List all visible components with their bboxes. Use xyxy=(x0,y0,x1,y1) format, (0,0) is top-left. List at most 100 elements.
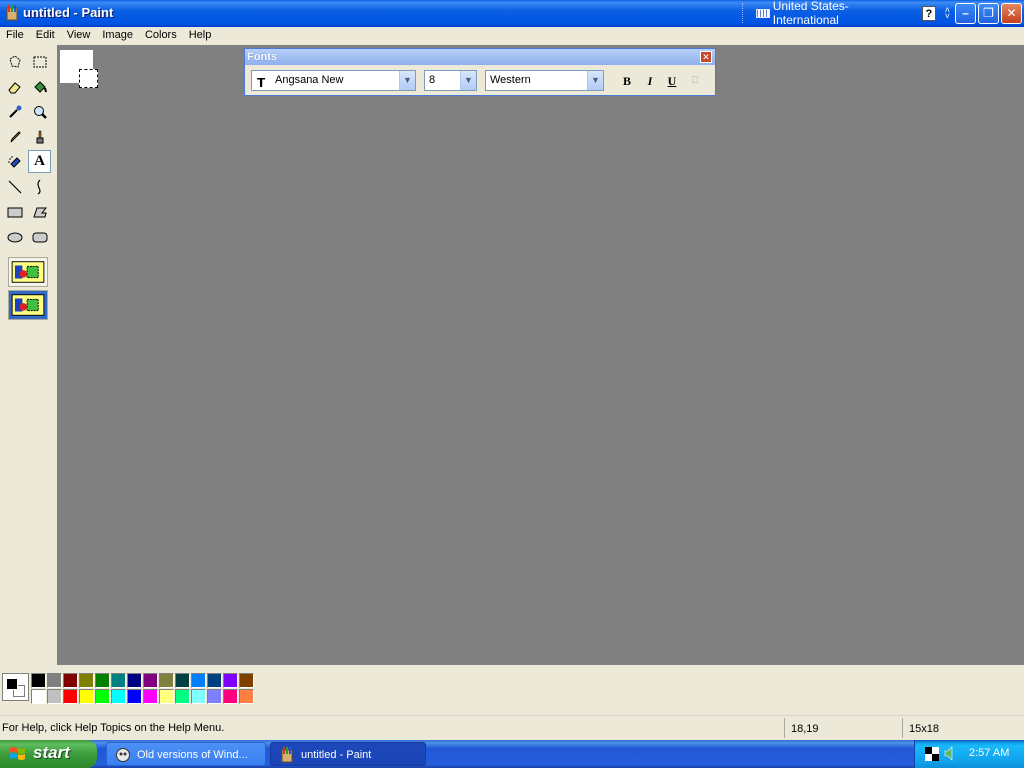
title-bar[interactable]: untitled - Paint United States-Internati… xyxy=(0,0,1024,27)
tool-pick-color[interactable] xyxy=(3,100,26,123)
palette-color-swatch[interactable] xyxy=(111,689,126,704)
taskbar-item-paint[interactable]: untitled - Paint xyxy=(270,742,426,766)
system-tray: 2:57 AM xyxy=(914,740,1024,768)
font-name-value: Angsana New xyxy=(275,74,344,86)
fonts-toolbar-title[interactable]: Fonts xyxy=(245,49,715,65)
palette-color-swatch[interactable] xyxy=(223,689,238,704)
palette-color-swatch[interactable] xyxy=(47,673,62,688)
palette-color-swatch[interactable] xyxy=(47,689,62,704)
menu-colors[interactable]: Colors xyxy=(139,27,183,45)
bold-button[interactable]: B xyxy=(618,72,636,90)
curve-icon xyxy=(36,179,41,194)
fonts-close-icon[interactable]: ✕ xyxy=(700,51,712,63)
tool-line[interactable] xyxy=(3,175,26,198)
tool-free-form-select[interactable] xyxy=(3,50,26,73)
palette-color-swatch[interactable] xyxy=(207,673,222,688)
status-help-text: For Help, click Help Topics on the Help … xyxy=(2,722,225,734)
tool-polygon[interactable] xyxy=(28,200,51,223)
palette-color-swatch[interactable] xyxy=(31,689,46,704)
ellipse-icon xyxy=(7,232,22,242)
font-script-select[interactable]: Western ▼ xyxy=(485,70,604,91)
chevron-down-icon[interactable]: ▼ xyxy=(460,71,476,90)
menu-bar: File Edit View Image Colors Help xyxy=(0,27,1024,45)
tool-rounded-rectangle[interactable] xyxy=(28,225,51,248)
underline-button[interactable]: U xyxy=(663,72,681,90)
palette-color-swatch[interactable] xyxy=(207,689,222,704)
palette-color-swatch[interactable] xyxy=(111,673,126,688)
minimize-button[interactable]: – xyxy=(955,3,976,24)
window-title: untitled - Paint xyxy=(23,5,114,20)
magnifier-icon xyxy=(33,105,47,119)
tool-fill-with-color[interactable] xyxy=(28,75,51,98)
menu-view[interactable]: View xyxy=(61,27,97,45)
restore-button[interactable]: ❐ xyxy=(978,3,999,24)
palette-color-swatch[interactable] xyxy=(95,689,110,704)
text-selection-box[interactable] xyxy=(79,69,98,88)
clock[interactable]: 2:57 AM xyxy=(969,747,1009,759)
tool-curve[interactable] xyxy=(28,175,51,198)
font-size-select[interactable]: 8 ▼ xyxy=(424,70,477,91)
chevron-down-icon[interactable]: ▼ xyxy=(587,71,603,90)
palette-color-swatch[interactable] xyxy=(143,689,158,704)
palette-color-swatch[interactable] xyxy=(239,689,254,704)
chevron-down-icon[interactable]: ▼ xyxy=(399,71,415,90)
tool-text[interactable]: A xyxy=(28,150,51,173)
network-icon[interactable] xyxy=(925,747,939,761)
menu-file[interactable]: File xyxy=(0,27,30,45)
opaque-background-icon xyxy=(11,261,45,283)
drawing-canvas[interactable] xyxy=(60,50,98,88)
palette-color-swatch[interactable] xyxy=(127,673,142,688)
font-name-select[interactable]: 𝗧 Angsana New ▼ xyxy=(251,70,416,91)
free-form-select-icon xyxy=(8,54,21,68)
keyboard-icon[interactable] xyxy=(756,8,770,18)
palette-color-swatch[interactable] xyxy=(159,673,174,688)
windows-logo-icon xyxy=(10,747,25,760)
tool-ellipse[interactable] xyxy=(3,225,26,248)
tool-pencil[interactable] xyxy=(3,125,26,148)
language-options-icon[interactable]: ˄ ˅ xyxy=(945,6,950,21)
transparent-background-icon xyxy=(11,294,45,316)
rectangle-select-icon xyxy=(33,56,46,67)
fonts-toolbar: Fonts ✕ 𝗧 Angsana New ▼ 8 ▼ Western ▼ B … xyxy=(244,48,716,96)
palette-color-swatch[interactable] xyxy=(175,689,190,704)
palette-color-swatch[interactable] xyxy=(31,673,46,688)
tool-airbrush[interactable] xyxy=(3,150,26,173)
volume-icon[interactable] xyxy=(943,746,957,761)
palette-color-swatch[interactable] xyxy=(175,673,190,688)
tool-rectangle-select[interactable] xyxy=(28,50,51,73)
palette-color-swatch[interactable] xyxy=(95,673,110,688)
menu-edit[interactable]: Edit xyxy=(30,27,61,45)
palette-color-swatch[interactable] xyxy=(191,673,206,688)
start-button[interactable]: start xyxy=(0,740,97,768)
palette-color-swatch[interactable] xyxy=(191,689,206,704)
palette-color-swatch[interactable] xyxy=(127,689,142,704)
palette-color-swatch[interactable] xyxy=(79,673,94,688)
polygon-icon xyxy=(32,207,47,217)
language-help-icon[interactable]: ? xyxy=(921,5,936,21)
tool-eraser[interactable] xyxy=(3,75,26,98)
transparency-transparent-option[interactable] xyxy=(8,290,48,320)
tool-brush[interactable] xyxy=(28,125,51,148)
tool-rectangle[interactable] xyxy=(3,200,26,223)
palette-color-swatch[interactable] xyxy=(143,673,158,688)
menu-help[interactable]: Help xyxy=(183,27,218,45)
menu-image[interactable]: Image xyxy=(96,27,139,45)
paint-app-icon[interactable] xyxy=(4,5,20,21)
close-button[interactable]: ✕ xyxy=(1001,3,1022,24)
palette-color-swatch[interactable] xyxy=(63,673,78,688)
palette-color-swatch[interactable] xyxy=(223,673,238,688)
language-name[interactable]: United States-International xyxy=(773,0,912,27)
palette-color-swatch[interactable] xyxy=(159,689,174,704)
vertical-text-icon[interactable]: ⎕ xyxy=(686,72,704,90)
tool-magnifier[interactable] xyxy=(28,100,51,123)
taskbar-item-old-versions[interactable]: Old versions of Wind... xyxy=(106,742,266,766)
palette-color-swatch[interactable] xyxy=(79,689,94,704)
italic-button[interactable]: I xyxy=(641,72,659,90)
transparency-opaque-option[interactable] xyxy=(8,257,48,287)
palette-color-swatch[interactable] xyxy=(63,689,78,704)
palette-color-swatch[interactable] xyxy=(239,673,254,688)
canvas-workspace[interactable] xyxy=(57,45,1024,665)
truetype-icon: 𝗧 xyxy=(257,76,266,90)
status-bar: For Help, click Help Topics on the Help … xyxy=(0,715,1024,740)
language-bar[interactable]: United States-International ? ˄ ˅ xyxy=(742,0,950,27)
